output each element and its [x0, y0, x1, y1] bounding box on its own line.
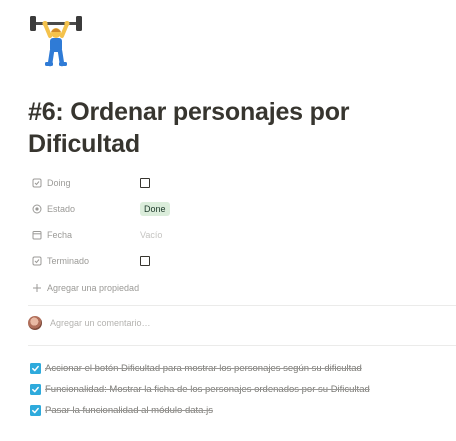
todo-item: Pasar la funcionalidad al módulo data.js — [30, 400, 450, 421]
todo-checkbox[interactable] — [30, 363, 41, 374]
comment-bar[interactable]: Agregar un comentario… — [28, 316, 151, 330]
property-row-estado[interactable]: Estado Done — [28, 196, 448, 222]
divider — [28, 345, 456, 346]
property-row-doing[interactable]: Doing — [28, 170, 448, 196]
status-badge[interactable]: Done — [140, 202, 170, 216]
todo-checkbox[interactable] — [30, 384, 41, 395]
todo-text[interactable]: Accionar el botón Dificultad para mostra… — [45, 363, 362, 374]
todo-checkbox[interactable] — [30, 405, 41, 416]
divider — [28, 305, 456, 306]
property-name-doing[interactable]: Doing — [28, 178, 140, 188]
avatar — [28, 316, 42, 330]
plus-icon — [33, 284, 41, 292]
add-property-button[interactable]: Agregar una propiedad — [28, 275, 448, 301]
notion-page: #6: Ordenar personajes por Dificultad Do… — [0, 0, 456, 441]
comment-input[interactable]: Agregar un comentario… — [50, 318, 151, 328]
property-row-fecha[interactable]: Fecha Vacío — [28, 222, 448, 248]
properties-panel: Doing Estado Done Fecha Vacío Terminado … — [28, 170, 448, 301]
status-icon — [32, 204, 42, 214]
property-name-fecha[interactable]: Fecha — [28, 230, 140, 240]
todo-item: Funcionalidad: Mostrar la ficha de los p… — [30, 379, 450, 400]
property-label: Fecha — [47, 230, 73, 240]
add-property-label: Agregar una propiedad — [47, 283, 140, 293]
property-name-terminado[interactable]: Terminado — [28, 256, 140, 266]
property-label: Estado — [47, 204, 76, 214]
calendar-icon — [32, 231, 42, 240]
checkbox-icon — [32, 256, 42, 266]
property-row-terminado[interactable]: Terminado — [28, 248, 448, 274]
check-icon — [32, 365, 39, 372]
todo-list: Accionar el botón Dificultad para mostra… — [30, 358, 450, 421]
property-name-estado[interactable]: Estado — [28, 204, 140, 214]
todo-item: Accionar el botón Dificultad para mostra… — [30, 358, 450, 379]
checkbox-icon — [32, 178, 42, 188]
doing-checkbox[interactable] — [140, 178, 150, 188]
check-icon — [32, 386, 39, 393]
weightlifter-icon[interactable] — [28, 12, 84, 68]
todo-text[interactable]: Pasar la funcionalidad al módulo data.js — [45, 405, 213, 416]
property-label: Doing — [47, 178, 71, 188]
todo-text[interactable]: Funcionalidad: Mostrar la ficha de los p… — [45, 384, 370, 395]
check-icon — [32, 407, 39, 414]
terminado-checkbox[interactable] — [140, 256, 150, 266]
property-label: Terminado — [47, 256, 90, 266]
page-title[interactable]: #6: Ordenar personajes por Dificultad — [28, 96, 438, 160]
date-value-empty[interactable]: Vacío — [140, 230, 162, 240]
